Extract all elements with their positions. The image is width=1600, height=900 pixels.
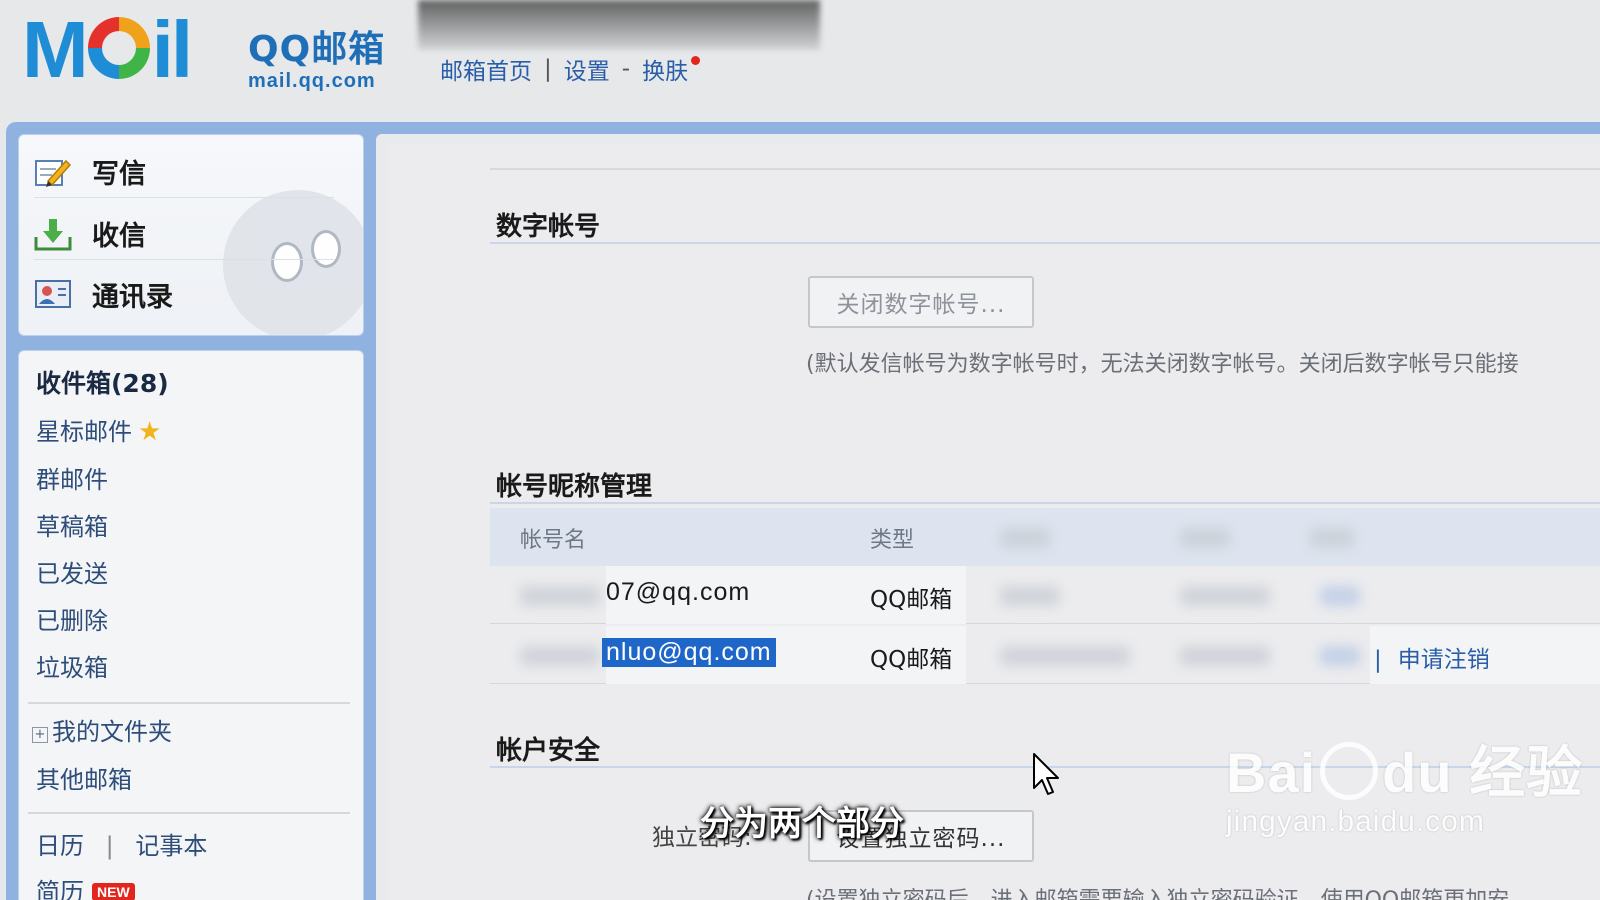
table-row: nluo@qq.com QQ邮箱 | 申请注销 xyxy=(490,626,1600,684)
separator: | xyxy=(105,832,114,860)
contacts-label: 通讯录 xyxy=(92,281,173,313)
folder-other-mailboxes[interactable]: 其他邮箱 xyxy=(36,760,132,795)
notification-dot-icon xyxy=(691,56,701,65)
mouse-cursor-icon xyxy=(1032,752,1060,800)
inbox-download-icon xyxy=(34,217,72,251)
nickname-table-header: 帐号名 类型 xyxy=(490,508,1600,566)
compose-icon xyxy=(34,155,72,189)
watermark-jingyan: 经验 xyxy=(1469,741,1584,804)
brand-name: QQ邮箱 xyxy=(248,29,386,70)
resume-link[interactable]: 简历 NEW xyxy=(36,872,135,900)
divider xyxy=(28,812,350,814)
blurred-nickname xyxy=(1000,646,1130,666)
contacts-button[interactable]: 通讯录 xyxy=(34,268,334,320)
account-type: QQ邮箱 xyxy=(870,647,953,673)
contacts-icon xyxy=(34,277,72,311)
new-badge: NEW xyxy=(92,883,135,900)
divider xyxy=(490,168,1600,170)
receive-label: 收信 xyxy=(92,221,146,252)
resume-label: 简历 xyxy=(36,878,84,900)
qq-mail-logo[interactable]: Mil xyxy=(22,10,193,90)
watermark-bai: Bai xyxy=(1226,741,1317,804)
blurred-column-header xyxy=(1310,528,1354,548)
section-title-digital-account: 数字帐号 xyxy=(496,212,601,242)
nav-mailbox-home[interactable]: 邮箱首页 xyxy=(440,52,532,86)
folder-sent[interactable]: 已发送 xyxy=(36,554,108,589)
close-digital-account-button[interactable]: 关闭数字帐号... xyxy=(808,276,1034,328)
security-note: (设置独立密码后，进入邮箱需要输入独立密码验证，使用QQ邮箱更加安 xyxy=(806,882,1509,900)
blurred-action-link xyxy=(1320,646,1360,666)
blurred-nickname xyxy=(1000,586,1060,606)
folder-group[interactable]: 群邮件 xyxy=(36,460,108,495)
section-underline xyxy=(490,502,1600,504)
brand-url: mail.qq.com xyxy=(248,70,376,92)
nav-settings[interactable]: 设置 xyxy=(564,52,610,86)
folder-deleted[interactable]: 已删除 xyxy=(36,601,108,636)
section-title-security: 帐户安全 xyxy=(496,736,601,766)
account-name[interactable]: 07@qq.com xyxy=(606,578,750,607)
apply-cancel-link[interactable]: | 申请注销 xyxy=(1374,640,1490,674)
video-subtitle: 分为两个部分 xyxy=(700,804,904,844)
star-icon: ★ xyxy=(138,417,162,447)
divider xyxy=(28,702,350,704)
logo-o-icon xyxy=(87,17,150,79)
receive-button[interactable]: 收信 xyxy=(34,208,334,260)
nav-separator: | xyxy=(544,56,552,82)
folder-starred-label: 星标邮件 xyxy=(36,418,132,446)
my-folders-label: 我的文件夹 xyxy=(52,718,172,746)
folder-my-folders[interactable]: + 我的文件夹 xyxy=(32,712,172,747)
folder-inbox[interactable]: 收件箱(28) xyxy=(36,364,169,400)
column-type: 类型 xyxy=(870,528,915,553)
baidu-jingyan-watermark: Bai du 经验 jingyan.baidu.com xyxy=(1226,728,1583,839)
account-type: QQ邮箱 xyxy=(870,587,953,613)
digital-account-note: (默认发信帐号为数字帐号时，无法关闭数字帐号。关闭后数字帐号只能接 xyxy=(806,352,1519,377)
folder-drafts[interactable]: 草稿箱 xyxy=(36,507,108,542)
blurred-status xyxy=(1180,586,1270,606)
section-title-nickname: 帐号昵称管理 xyxy=(496,472,653,502)
calendar-notebook-row: 日历 | 记事本 xyxy=(36,826,207,861)
watermark-du: du xyxy=(1382,741,1453,804)
notebook-link[interactable]: 记事本 xyxy=(135,832,207,860)
blurred-action-link xyxy=(1320,586,1360,606)
blurred-column-header xyxy=(1180,528,1230,548)
section-underline xyxy=(490,242,1600,244)
nav-separator: - xyxy=(621,56,631,82)
brand: QQ邮箱 mail.qq.com xyxy=(248,20,385,93)
apply-cancel-label: 申请注销 xyxy=(1397,647,1490,673)
folder-junk[interactable]: 垃圾箱 xyxy=(36,648,108,683)
separator: | xyxy=(1374,647,1382,673)
account-name-selected[interactable]: nluo@qq.com xyxy=(602,638,776,667)
blurred-account-prefix xyxy=(520,646,600,666)
table-row: 07@qq.com QQ邮箱 xyxy=(490,566,1600,624)
top-nav: 邮箱首页 | 设置 - 换肤 xyxy=(440,52,701,86)
watermark-logo: Bai du 经验 xyxy=(1226,728,1583,809)
baidu-paw-icon xyxy=(1320,742,1379,800)
compose-label: 写信 xyxy=(92,159,146,190)
expand-plus-icon[interactable]: + xyxy=(32,727,48,743)
column-account-name: 帐号名 xyxy=(520,528,587,553)
blurred-account-prefix xyxy=(520,586,600,606)
blurred-status xyxy=(1180,646,1270,666)
calendar-link[interactable]: 日历 xyxy=(36,832,84,860)
nav-skin-label: 换肤 xyxy=(642,59,689,85)
blurred-account-info xyxy=(418,0,820,50)
watermark-url: jingyan.baidu.com xyxy=(1226,805,1485,838)
compose-button[interactable]: 写信 xyxy=(34,146,334,198)
folder-starred[interactable]: 星标邮件 ★ xyxy=(36,412,161,447)
blurred-column-header xyxy=(1000,528,1050,548)
nav-skin[interactable]: 换肤 xyxy=(642,52,701,86)
logo-wordmark: Mil xyxy=(22,5,193,94)
